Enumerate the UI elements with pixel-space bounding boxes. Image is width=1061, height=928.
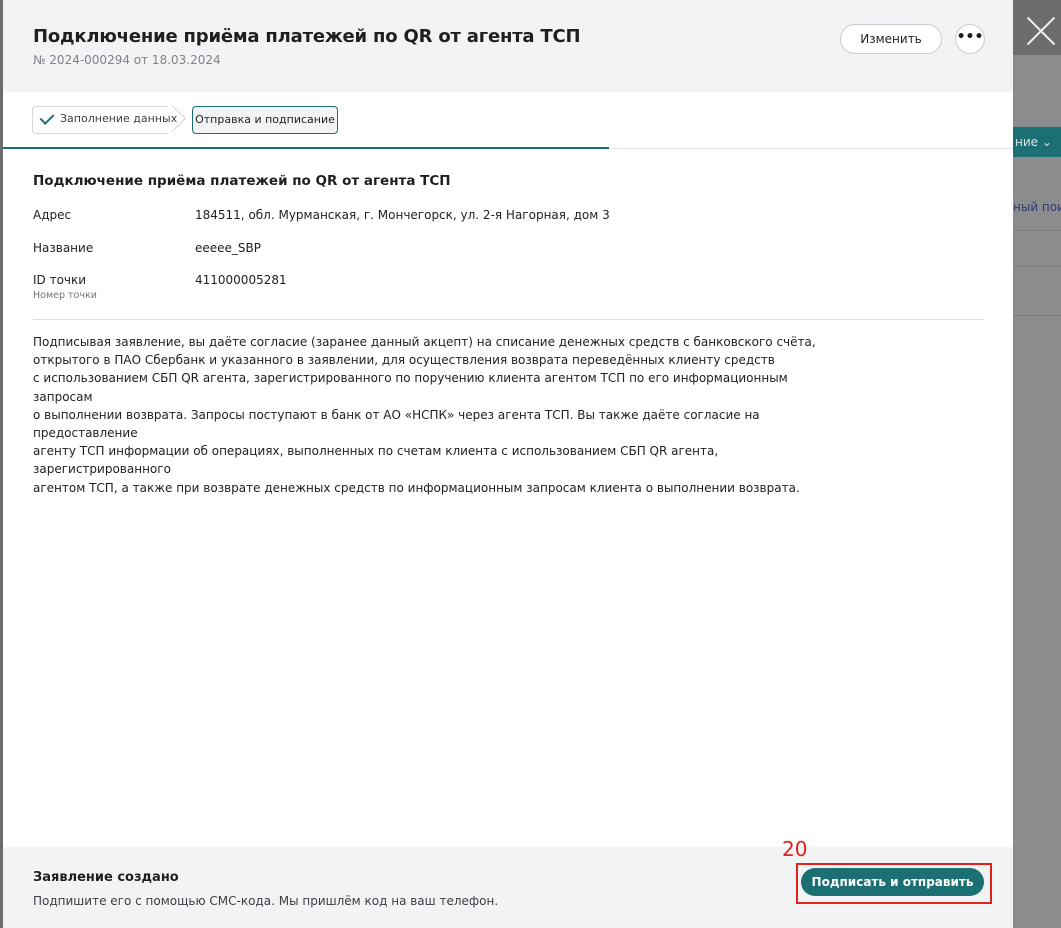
consent-text: Подписывая заявление, вы даёте согласие … bbox=[33, 333, 823, 497]
field-label-point-id: ID точки bbox=[33, 273, 87, 287]
divider bbox=[33, 319, 984, 320]
status-title: Заявление создано bbox=[33, 870, 179, 885]
progress-line bbox=[609, 148, 1013, 149]
field-value-address: 184511, обл. Мурманская, г. Мончегорск, … bbox=[195, 208, 610, 222]
step-label: Заполнение данных bbox=[60, 112, 178, 125]
background-teal-button: ние ⌄ bbox=[1013, 127, 1061, 157]
close-icon[interactable] bbox=[1023, 12, 1059, 48]
section-title: Подключение приёма платежей по QR от аге… bbox=[33, 173, 451, 189]
application-modal: Подключение приёма платежей по QR от аге… bbox=[3, 0, 1013, 928]
stepper: Заполнение данных Отправка и подписание bbox=[3, 92, 1013, 149]
background-divider bbox=[1013, 315, 1061, 316]
page-title: Подключение приёма платежей по QR от аге… bbox=[33, 26, 581, 47]
sign-and-send-button[interactable]: Подписать и отправить bbox=[801, 868, 984, 896]
background-divider bbox=[1013, 230, 1061, 231]
annotation-number: 20 bbox=[782, 837, 808, 861]
field-value-point-id: 411000005281 bbox=[195, 273, 287, 287]
edit-button[interactable]: Изменить bbox=[840, 24, 942, 54]
document-number: № 2024-000294 от 18.03.2024 bbox=[33, 53, 221, 67]
consent-line: открытого в ПАО Сбербанк и указанного в … bbox=[33, 353, 775, 368]
consent-line: с использованием СБП QR агента, зарегист… bbox=[33, 371, 788, 404]
field-label-address: Адрес bbox=[33, 208, 72, 222]
step-send-and-sign[interactable]: Отправка и подписание bbox=[192, 106, 338, 134]
progress-line-active bbox=[3, 147, 609, 149]
field-label-name: Название bbox=[33, 241, 94, 255]
more-options-icon[interactable]: ••• bbox=[955, 24, 985, 54]
background-divider bbox=[1013, 266, 1061, 267]
modal-header: Подключение приёма платежей по QR от аге… bbox=[3, 0, 1013, 92]
consent-line: агентом ТСП, а также при возврате денежн… bbox=[33, 480, 800, 495]
background-link: ный пои bbox=[1013, 200, 1061, 214]
status-text: Подпишите его с помощью СМС-кода. Мы при… bbox=[33, 894, 499, 908]
field-value-name: eeeee_SBP bbox=[195, 241, 261, 255]
consent-line: о выполнении возврата. Запросы поступают… bbox=[33, 407, 760, 441]
consent-line: агенту ТСП информации об операциях, выпо… bbox=[33, 444, 719, 477]
step-fill-data[interactable]: Заполнение данных bbox=[32, 105, 186, 134]
consent-line: Подписывая заявление, вы даёте согласие … bbox=[33, 335, 816, 349]
field-hint-point-number: Номер точки bbox=[33, 290, 97, 301]
modal-footer: Заявление создано Подпишите его с помощь… bbox=[3, 837, 1013, 928]
